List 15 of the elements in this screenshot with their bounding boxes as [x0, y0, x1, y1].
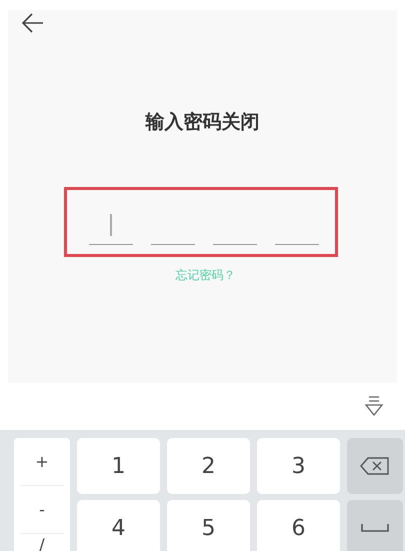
- backspace-key[interactable]: [347, 438, 403, 494]
- digit-key[interactable]: 5: [167, 500, 250, 551]
- back-arrow-icon: [21, 12, 45, 34]
- digit-key[interactable]: 4: [77, 500, 160, 551]
- collapse-keyboard-icon[interactable]: [364, 396, 384, 418]
- digit-key[interactable]: 2: [167, 438, 250, 494]
- space-icon: [361, 523, 389, 533]
- page-title: 输入密码关闭: [144, 110, 260, 135]
- space-key[interactable]: [347, 500, 403, 551]
- digit-key[interactable]: 6: [257, 500, 340, 551]
- pin-input-box[interactable]: [64, 186, 338, 256]
- digit-key[interactable]: 1: [77, 438, 160, 494]
- digit-key[interactable]: 3: [257, 438, 340, 494]
- backspace-icon: [360, 457, 390, 475]
- text-cursor: [110, 214, 112, 236]
